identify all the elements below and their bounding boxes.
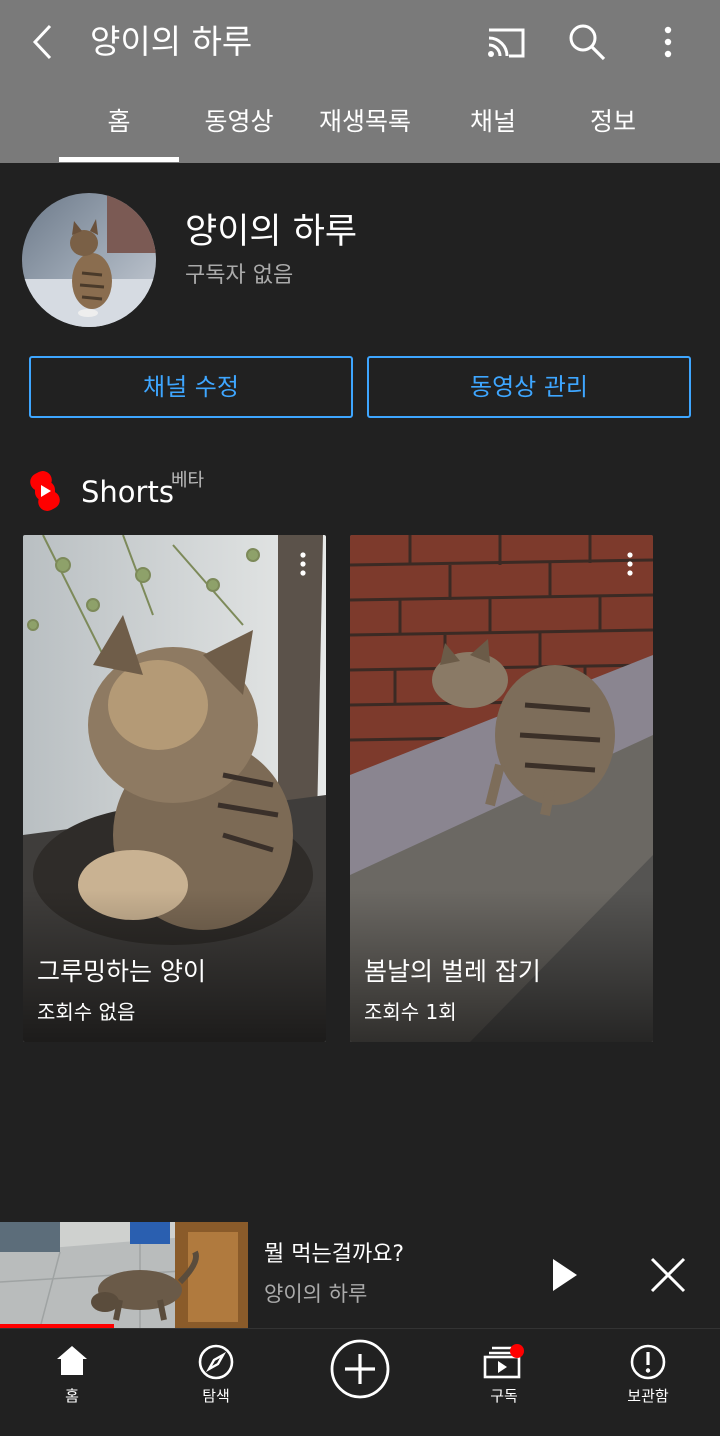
create-icon	[330, 1339, 390, 1399]
close-icon	[650, 1257, 686, 1293]
nav-home[interactable]: 홈	[0, 1329, 144, 1436]
play-button[interactable]	[545, 1255, 583, 1295]
mini-player-title: 뭘 먹는걸까요?	[264, 1242, 405, 1267]
subscriber-count: 구독자 없음	[185, 263, 294, 288]
mini-player[interactable]: 뭘 먹는걸까요? 양이의 하루	[0, 1222, 720, 1328]
more-vert-icon	[664, 26, 672, 58]
short-views: 조회수 없음	[37, 1000, 136, 1024]
nav-subscriptions[interactable]: 구독	[432, 1329, 576, 1436]
tab-videos[interactable]: 동영상	[179, 92, 299, 163]
manage-videos-button[interactable]: 동영상 관리	[367, 356, 691, 418]
tab-home[interactable]: 홈	[59, 92, 179, 163]
nav-explore[interactable]: 탐색	[144, 1329, 288, 1436]
home-icon	[57, 1346, 87, 1375]
play-icon	[553, 1259, 577, 1291]
library-icon	[630, 1344, 666, 1380]
close-button[interactable]	[648, 1255, 688, 1295]
shorts-shelf-title: Shorts	[81, 475, 174, 509]
tab-indicator	[59, 157, 179, 162]
more-options-button[interactable]	[652, 22, 684, 62]
tab-about[interactable]: 정보	[553, 92, 673, 163]
nav-explore-label: 탐색	[202, 1387, 230, 1405]
bottom-navigation: 홈 탐색 구독 보관함	[0, 1328, 720, 1436]
subscriptions-icon	[483, 1344, 524, 1379]
more-vert-icon[interactable]	[621, 549, 639, 579]
nav-home-label: 홈	[65, 1387, 79, 1405]
tab-channels[interactable]: 채널	[433, 92, 553, 163]
mini-thumbnail-cat-eating	[0, 1222, 248, 1328]
search-icon	[569, 24, 606, 61]
app-bar: 양이의 하루 홈 동영상 재생목록 채널 정보	[0, 0, 720, 163]
nav-create[interactable]	[288, 1329, 432, 1436]
shorts-icon	[27, 470, 63, 512]
edit-channel-button[interactable]: 채널 수정	[29, 356, 353, 418]
explore-icon	[198, 1344, 234, 1380]
back-arrow-icon	[32, 24, 52, 60]
back-button[interactable]	[22, 20, 66, 64]
mini-player-thumbnail[interactable]	[0, 1222, 248, 1328]
tab-playlists[interactable]: 재생목록	[299, 92, 431, 163]
mini-player-channel: 양이의 하루	[264, 1282, 368, 1306]
nav-library-label: 보관함	[627, 1387, 669, 1405]
short-title: 그루밍하는 양이	[37, 957, 206, 986]
nav-library[interactable]: 보관함	[576, 1329, 720, 1436]
more-vert-icon[interactable]	[294, 549, 312, 579]
page-title: 양이의 하루	[90, 22, 253, 61]
cast-button[interactable]	[485, 22, 527, 62]
short-title: 봄날의 벌레 잡기	[364, 957, 541, 986]
search-button[interactable]	[567, 22, 607, 62]
channel-name: 양이의 하루	[185, 212, 358, 252]
cast-icon	[488, 28, 525, 58]
beta-badge: 베타	[171, 470, 205, 491]
nav-subscriptions-label: 구독	[490, 1387, 518, 1405]
avatar[interactable]	[22, 193, 156, 327]
avatar-cat-image	[22, 193, 156, 327]
short-views: 조회수 1회	[364, 1000, 457, 1024]
channel-tabs: 홈 동영상 재생목록 채널 정보	[0, 92, 720, 163]
